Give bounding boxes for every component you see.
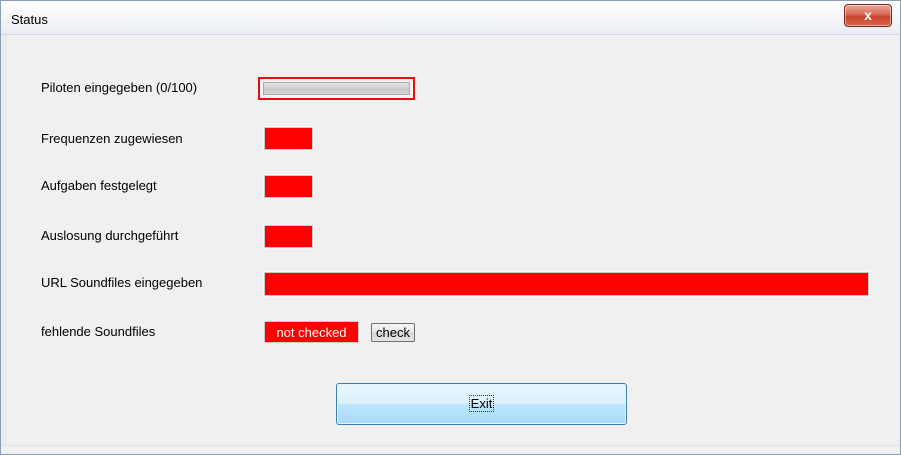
window-title: Status [11, 12, 48, 27]
progress-track [263, 82, 410, 95]
label-url-soundfiles: URL Soundfiles eingegeben [41, 275, 203, 290]
url-soundfiles-status-indicator [264, 272, 869, 296]
exit-button-label: Exit [468, 395, 495, 412]
window-left-edge [1, 35, 7, 454]
frequenzen-status-indicator [264, 127, 313, 150]
label-fehlende-soundfiles: fehlende Soundfiles [41, 324, 156, 339]
label-auslosung: Auslosung durchgeführt [41, 228, 179, 243]
aufgaben-status-indicator [264, 175, 313, 198]
label-frequenzen: Frequenzen zugewiesen [41, 131, 183, 146]
soundfiles-status-badge: not checked [264, 321, 359, 343]
piloten-progress-bar [258, 77, 415, 100]
auslosung-status-indicator [264, 225, 313, 248]
check-button[interactable]: check [371, 323, 415, 342]
exit-button[interactable]: Exit [336, 383, 627, 425]
label-piloten: Piloten eingegeben (0/100) [41, 80, 198, 95]
close-button[interactable]: x [844, 4, 892, 27]
close-icon: x [864, 7, 872, 23]
window-bottom-border [1, 445, 900, 454]
title-bar[interactable]: Status x [1, 1, 900, 35]
status-window: Status x Piloten eingegeben (0/100) Freq… [0, 0, 901, 455]
label-aufgaben: Aufgaben festgelegt [41, 178, 157, 193]
